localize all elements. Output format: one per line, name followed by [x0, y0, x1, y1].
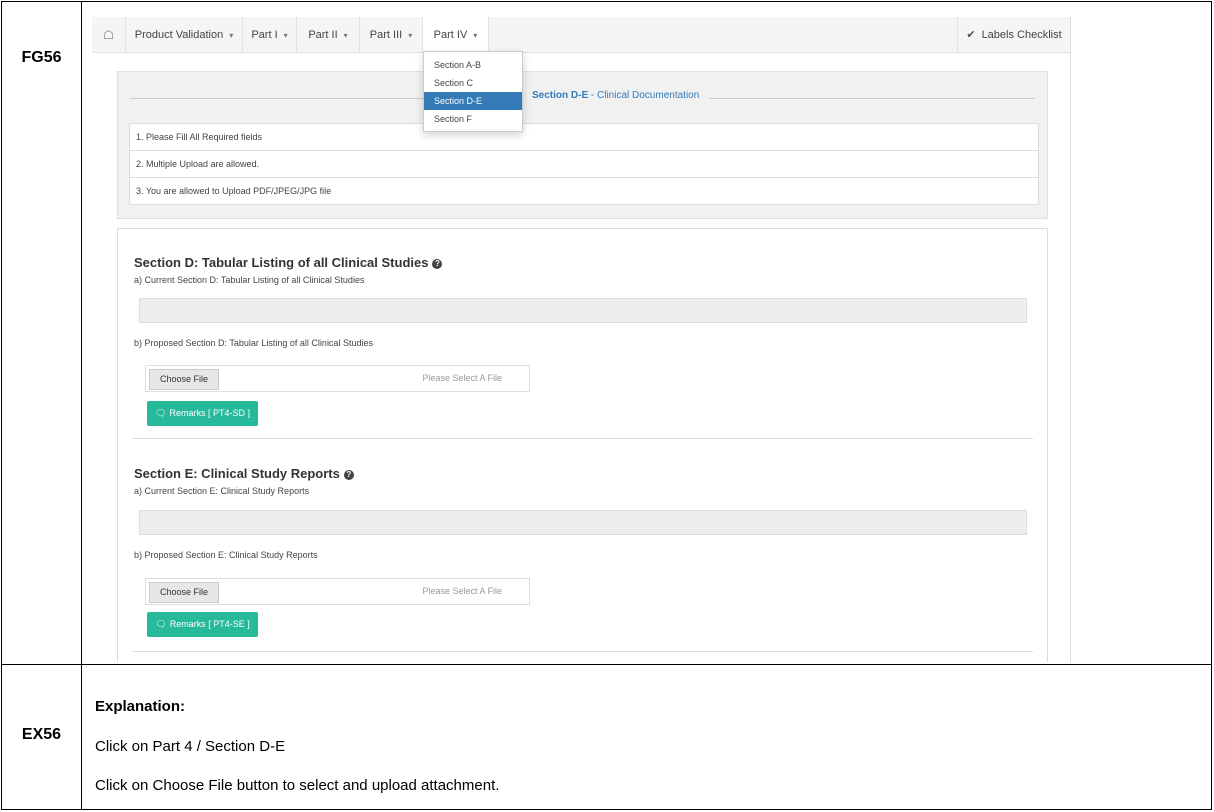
caret-down-icon: ▾ [229, 31, 234, 40]
help-icon[interactable]: ? [432, 259, 443, 269]
app-screenshot: ☖ Product Validation ▾ Part I ▾ Part II ▾ P… [92, 17, 1071, 662]
explanation-step-2: Click on Choose File button to select an… [95, 777, 500, 794]
part-iv-dropdown: Section A-B Section C Section D-E Sectio… [423, 51, 523, 132]
home-icon[interactable]: ☖ [92, 17, 126, 53]
section-e-file-input[interactable]: Choose File Please Select A File [145, 578, 530, 605]
explanation-label: EX56 [21, 726, 62, 743]
section-legend: Section D-E - Clinical Documentation [522, 90, 710, 101]
help-icon[interactable]: ? [343, 470, 354, 480]
remarks-label: Remarks [ PT4-SD ] [169, 408, 250, 418]
caret-down-icon: ▾ [473, 31, 478, 40]
comments-icon: 🗨 [155, 408, 167, 418]
rule-item: 3. You are allowed to Upload PDF/JPEG/JP… [136, 186, 332, 196]
caret-down-icon: ▾ [408, 31, 413, 40]
choose-file-button[interactable]: Choose File [149, 582, 219, 603]
section-d-current-label: a) Current Section D: Tabular Listing of… [134, 275, 365, 285]
section-title-text: Section D: Tabular Listing of all Clinic… [134, 255, 429, 270]
rule-item: 1. Please Fill All Required fields [130, 124, 1038, 151]
nav-label: Part III [369, 29, 403, 41]
caret-down-icon: ▾ [283, 31, 288, 40]
section-d-current-field [139, 298, 1027, 323]
column-divider [81, 2, 82, 809]
dropdown-item-section-f[interactable]: Section F [424, 110, 522, 128]
dropdown-item-section-d-e[interactable]: Section D-E [424, 92, 522, 110]
legend-section: Section D-E [532, 90, 589, 101]
explanation-step-1: Click on Part 4 / Section D-E [95, 738, 286, 755]
instructions-box: Section D-E - Clinical Documentation 1. … [117, 71, 1048, 219]
section-d-proposed-label: b) Proposed Section D: Tabular Listing o… [134, 338, 373, 348]
remarks-pt4-se-button[interactable]: 🗨 Remarks [ PT4-SE ] [147, 612, 258, 637]
nav-label: Product Validation [134, 29, 224, 41]
file-placeholder: Please Select A File [422, 373, 502, 383]
nav-label: Part I [251, 29, 278, 41]
section-d-title: Section D: Tabular Listing of all Clinic… [134, 255, 443, 270]
section-e-current-label: a) Current Section E: Clinical Study Rep… [134, 486, 310, 496]
nav-product-validation[interactable]: Product Validation ▾ [126, 17, 243, 53]
file-placeholder: Please Select A File [422, 586, 502, 596]
top-navbar: ☖ Product Validation ▾ Part I ▾ Part II ▾ P… [92, 17, 1070, 53]
dropdown-item-section-c[interactable]: Section C [424, 74, 522, 92]
nav-part-iv[interactable]: Part IV ▾ [423, 17, 489, 53]
row-divider [2, 664, 1211, 665]
checklist-label: Labels Checklist [981, 29, 1062, 41]
nav-part-i[interactable]: Part I ▾ [243, 17, 297, 53]
section-e-current-field [139, 510, 1027, 535]
labels-checklist-link[interactable]: ✔ Labels Checklist [957, 17, 1070, 53]
checkmark-icon: ✔ [966, 29, 976, 41]
section-e-proposed-label: b) Proposed Section E: Clinical Study Re… [134, 550, 318, 560]
section-divider [132, 651, 1033, 652]
comments-icon: 🗨 [155, 619, 167, 629]
remarks-pt4-sd-button[interactable]: 🗨 Remarks [ PT4-SD ] [147, 401, 258, 426]
caret-down-icon: ▾ [343, 31, 348, 40]
nav-label: Part II [308, 29, 338, 41]
section-e-title: Section E: Clinical Study Reports? [134, 466, 354, 481]
section-divider [132, 438, 1033, 439]
rule-item: 2. Multiple Upload are allowed. [130, 151, 1038, 178]
rules-list: 1. Please Fill All Required fields 2. Mu… [129, 123, 1039, 205]
section-d-file-input[interactable]: Choose File Please Select A File [145, 365, 530, 392]
nav-part-ii[interactable]: Part II ▾ [297, 17, 360, 53]
choose-file-button[interactable]: Choose File [149, 369, 219, 390]
legend-subtitle: - Clinical Documentation [588, 90, 700, 101]
explanation-title: Explanation: [95, 698, 186, 715]
section-title-text: Section E: Clinical Study Reports [134, 466, 340, 481]
upload-form-panel: Section D: Tabular Listing of all Clinic… [117, 228, 1048, 662]
remarks-label: Remarks [ PT4-SE ] [169, 619, 250, 629]
nav-part-iii[interactable]: Part III ▾ [360, 17, 423, 53]
nav-label: Part IV [433, 29, 468, 41]
figure-label: FG56 [21, 49, 62, 66]
dropdown-item-section-a-b[interactable]: Section A-B [424, 56, 522, 74]
